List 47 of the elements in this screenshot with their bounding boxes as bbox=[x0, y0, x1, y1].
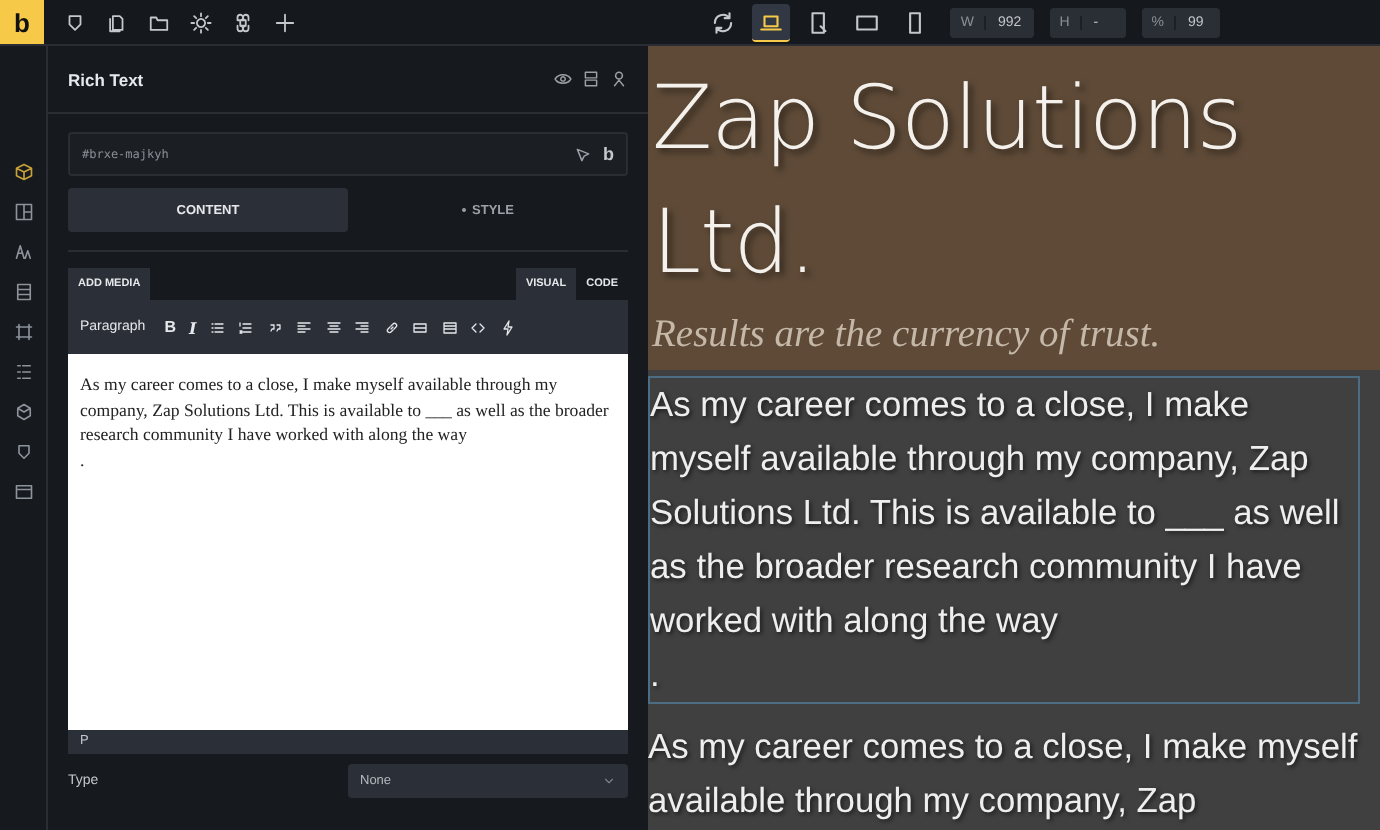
body-paragraph: . bbox=[650, 652, 662, 698]
layout-icon[interactable] bbox=[13, 202, 33, 222]
logo-mark[interactable]: b bbox=[603, 144, 614, 164]
cube-icon[interactable] bbox=[13, 162, 33, 182]
panel-icon[interactable] bbox=[13, 482, 33, 502]
editor-paragraph: . bbox=[80, 447, 87, 472]
laptop-icon bbox=[758, 9, 785, 35]
tagline: Results are the currency of trust. bbox=[652, 314, 1163, 358]
bullets-icon[interactable] bbox=[209, 319, 226, 335]
align-right-icon[interactable] bbox=[354, 319, 371, 335]
stack-icon[interactable] bbox=[582, 70, 600, 88]
command-icon[interactable] bbox=[232, 11, 254, 33]
refresh-icon bbox=[710, 9, 737, 35]
text-editor[interactable]: As my career comes to a close, I make myself available through my company, Zap Solutions Ltd. This is available to ___ as well as the broader research community I have worked with along the way . bbox=[68, 354, 628, 730]
person-icon[interactable] bbox=[610, 70, 628, 88]
frame-icon[interactable] bbox=[13, 322, 33, 342]
list-icon[interactable] bbox=[13, 362, 33, 382]
pages-icon[interactable] bbox=[106, 11, 128, 33]
align-center-icon[interactable] bbox=[325, 319, 342, 335]
link-icon[interactable] bbox=[383, 319, 400, 335]
cursor-icon[interactable] bbox=[573, 145, 591, 163]
laptop-button[interactable] bbox=[752, 3, 791, 41]
eye-icon[interactable] bbox=[554, 70, 572, 88]
body-paragraph: As my career comes to a close, I make myself available through my company, Zap Solutions Ltd. This is available to ___ as well as the broader research community I have worked with along the way bbox=[650, 382, 1342, 644]
align-left-icon[interactable] bbox=[296, 319, 313, 335]
plus-icon[interactable] bbox=[274, 11, 296, 33]
bold-button[interactable]: B bbox=[164, 318, 176, 336]
selected-text-block[interactable]: As my career comes to a close, I make myself available through my company, Zap Solutions Ltd. This is available to ___ as well as the broader research community I have worked with along the way . bbox=[648, 376, 1360, 704]
editor-paragraph: As my career comes to a close, I make myself available through my company, Zap Solutions Ltd. This is available to ___ as well as the broader research community I have worked with along the way bbox=[80, 372, 611, 447]
landscape-icon bbox=[854, 9, 881, 35]
page-heading: Zap Solutions Ltd. bbox=[652, 66, 1244, 298]
body-paragraph: As my career comes to a close, I make myself available through my company, Zap bbox=[648, 724, 1360, 824]
logo[interactable]: b bbox=[0, 0, 44, 44]
type-icon[interactable] bbox=[13, 242, 33, 262]
panel-title: Rich Text bbox=[68, 69, 144, 89]
chevron-icon bbox=[602, 773, 616, 787]
gear-icon[interactable] bbox=[190, 11, 212, 33]
code-icon[interactable] bbox=[470, 319, 487, 335]
table-icon[interactable] bbox=[441, 319, 458, 335]
shield-icon[interactable] bbox=[64, 11, 86, 33]
italic-button[interactable]: I bbox=[188, 317, 197, 337]
quote-icon[interactable] bbox=[267, 319, 284, 335]
numbers-icon[interactable] bbox=[238, 319, 255, 335]
folder-icon[interactable] bbox=[148, 11, 170, 33]
bolt-icon[interactable] bbox=[499, 319, 516, 335]
shield-icon[interactable] bbox=[13, 442, 33, 462]
box-icon[interactable] bbox=[13, 402, 33, 422]
